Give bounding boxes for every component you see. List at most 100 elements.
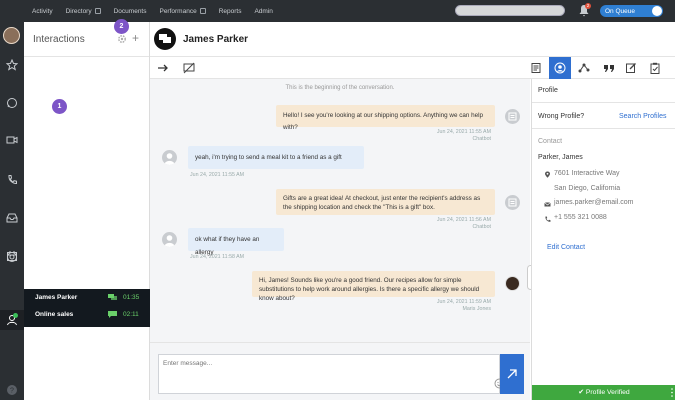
phone-icon[interactable] (6, 174, 18, 186)
phone-icon (545, 216, 551, 222)
gear-icon[interactable] (117, 34, 127, 44)
chat-bubble-icon[interactable] (6, 97, 18, 109)
interactions-title: Interactions (33, 33, 85, 45)
top-nav-bar: Activity Directory Documents Performance… (0, 0, 675, 22)
message-meta: Jun 24, 2021 11:59 AM Maris Jones (336, 299, 491, 313)
location-pin-icon (545, 171, 550, 178)
callout-badge-2: 2 (114, 19, 129, 34)
toggle-knob (652, 6, 662, 16)
nav-documents[interactable]: Documents (114, 8, 147, 15)
nav-admin[interactable]: Admin (254, 8, 272, 15)
notification-badge: 2 (585, 3, 591, 9)
contact-phone: +1 555 321 0088 (554, 214, 607, 221)
chat-message-inbound: yeah, i'm trying to send a meal kit to a… (188, 146, 364, 169)
conversation-avatar (154, 28, 176, 50)
message-time: Jun 24, 2021 11:59 AM (436, 299, 491, 305)
on-queue-label: On Queue (605, 7, 635, 15)
interaction-row[interactable]: Online sales 02:11 (24, 306, 150, 323)
message-author: Chatbot (472, 136, 491, 142)
message-time: Jun 24, 2021 11:55 AM (436, 129, 491, 135)
conversation-toolbar (150, 57, 675, 79)
chat-transcript: This is the beginning of the conversatio… (150, 79, 530, 342)
external-link-icon (94, 8, 101, 14)
address-line-1: 7601 Interactive Way (554, 170, 620, 177)
edit-contact-link[interactable]: Edit Contact (547, 244, 585, 251)
journey-icon[interactable] (578, 62, 590, 74)
inbox-icon[interactable] (6, 212, 18, 224)
chat-message-inbound: ok what if they have an allergy (188, 228, 284, 256)
bot-avatar (505, 195, 520, 210)
chat-message-outbound: Hi, James! Sounds like you're a good fri… (252, 271, 495, 302)
search-profiles-link[interactable]: Search Profiles (619, 113, 666, 120)
top-nav: Activity Directory Documents Performance… (32, 8, 286, 15)
nav-directory[interactable]: Directory (66, 8, 101, 15)
wrong-profile-label: Wrong Profile? (538, 113, 585, 120)
more-vertical-icon[interactable] (671, 388, 673, 397)
message-composer (158, 354, 505, 394)
customer-avatar (162, 150, 177, 165)
conversation-name: James Parker (183, 34, 249, 45)
left-icon-rail: ? (0, 22, 24, 400)
person-icon (164, 153, 175, 165)
message-time: Jun 24, 2021 11:55 AM (190, 172, 245, 178)
send-button[interactable] (500, 354, 524, 394)
nav-activity-label: Activity (32, 7, 53, 15)
chat-icon (159, 34, 171, 43)
message-input[interactable] (163, 360, 463, 367)
interaction-name: Online sales (35, 311, 74, 318)
transfer-icon[interactable] (157, 62, 169, 74)
quote-icon[interactable] (603, 62, 615, 74)
bot-icon (508, 112, 517, 121)
interaction-row[interactable]: James Parker 01:35 (24, 289, 150, 306)
interactions-panel: Interactions + 1 2 James Parker 01:35 On… (24, 19, 150, 400)
nav-reports-label: Reports (218, 7, 242, 15)
message-time: Jun 24, 2021 11:56 AM (436, 217, 491, 223)
message-meta: Jun 24, 2021 11:55 AM Chatbot (336, 129, 491, 143)
video-icon[interactable] (6, 134, 18, 146)
nav-admin-label: Admin (254, 7, 273, 15)
profile-verified-bar[interactable]: ✔ Profile Verified (532, 385, 675, 400)
profile-panel: Profile Wrong Profile? Search Profiles C… (531, 79, 675, 400)
contact-email: james.parker@email.com (554, 199, 634, 206)
address-line-2: San Diego, California (554, 185, 621, 192)
script-icon[interactable] (530, 62, 542, 74)
message-author: Chatbot (472, 224, 491, 230)
disconnect-icon[interactable] (183, 62, 195, 74)
profile-verified-label: Profile Verified (585, 389, 630, 396)
divider (532, 128, 675, 129)
nav-activity[interactable]: Activity (32, 8, 53, 15)
agent-avatar (505, 276, 520, 291)
on-queue-toggle[interactable]: On Queue (600, 5, 663, 17)
message-author: Maris Jones (462, 306, 491, 312)
user-avatar[interactable] (3, 27, 20, 44)
profile-icon (554, 62, 566, 74)
conversation-start-label: This is the beginning of the conversatio… (285, 85, 395, 91)
interaction-time: 01:35 (123, 294, 140, 301)
person-icon (164, 235, 175, 247)
edit-icon[interactable] (625, 62, 637, 74)
nav-performance[interactable]: Performance (159, 8, 206, 15)
bot-avatar (505, 109, 520, 124)
star-icon[interactable] (6, 59, 18, 71)
nav-reports[interactable]: Reports (219, 8, 242, 15)
profile-tab-active[interactable] (549, 57, 571, 79)
external-link-icon (199, 8, 206, 14)
chat-message-outbound: Hello! I see you're looking at our shipp… (276, 105, 495, 131)
contact-heading: Contact (538, 138, 563, 145)
nav-directory-label: Directory (65, 7, 92, 15)
email-icon (544, 202, 551, 207)
status-online-dot (13, 313, 18, 318)
chat-icon (108, 294, 117, 300)
chat-message-outbound: Gifts are a great idea! At checkout, jus… (276, 189, 495, 215)
add-interaction-button[interactable]: + (132, 32, 139, 44)
callout-badge-1: 1 (52, 99, 67, 114)
global-search-input[interactable] (455, 5, 565, 16)
clipboard-icon[interactable] (649, 62, 661, 74)
interaction-list: James Parker 01:35 Online sales 02:11 (24, 289, 150, 327)
check-icon: ✔ (578, 389, 586, 396)
contact-name: Parker, James (538, 154, 583, 161)
life-ring-icon[interactable] (6, 251, 18, 263)
interaction-name: James Parker (35, 294, 78, 301)
message-time: Jun 24, 2021 11:58 AM (190, 254, 245, 260)
help-icon[interactable]: ? (6, 384, 18, 396)
